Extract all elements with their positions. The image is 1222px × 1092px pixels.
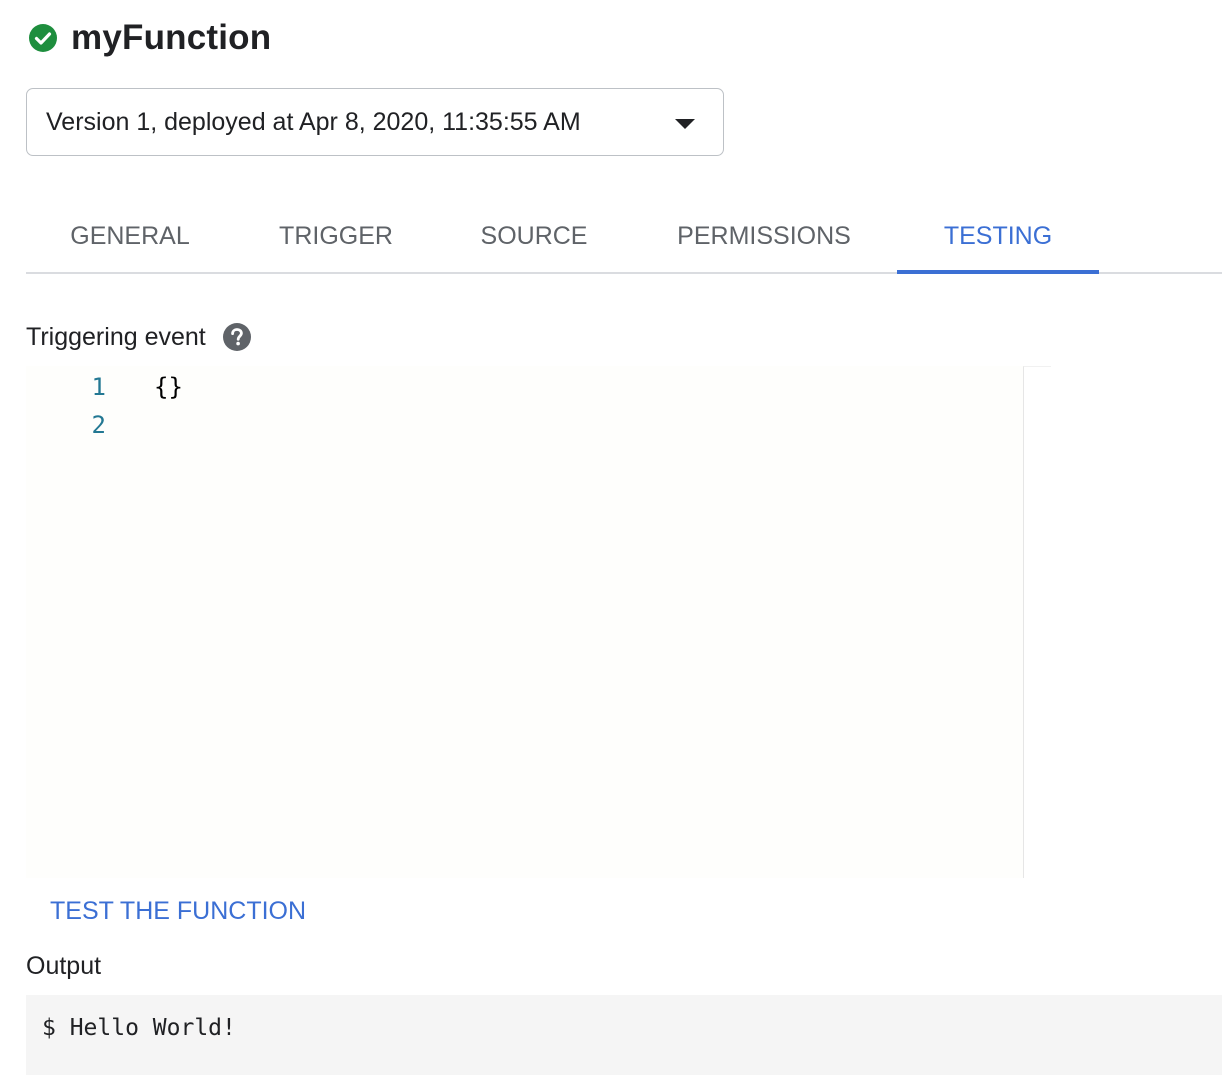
tab-bar: GENERAL TRIGGER SOURCE PERMISSIONS TESTI… [26, 200, 1222, 274]
test-function-button[interactable]: TEST THE FUNCTION [36, 888, 320, 934]
tab-trigger[interactable]: TRIGGER [234, 200, 438, 272]
test-function-button-label: TEST THE FUNCTION [50, 896, 307, 925]
tab-label: TRIGGER [279, 221, 393, 250]
tab-general[interactable]: GENERAL [26, 200, 234, 272]
output-text: $ Hello World! [42, 1015, 236, 1041]
check-circle-icon [28, 23, 58, 53]
page-title: myFunction [71, 18, 272, 57]
arrow-drop-down-icon[interactable] [675, 119, 695, 129]
tab-label: GENERAL [70, 221, 190, 250]
tab-label: SOURCE [480, 221, 588, 250]
line-code: {} [154, 373, 183, 401]
tab-source[interactable]: SOURCE [438, 200, 630, 272]
help-circle-icon[interactable] [222, 322, 252, 352]
line-number: 2 [91, 411, 106, 439]
output-label: Output [26, 952, 102, 980]
active-tab-indicator [897, 270, 1099, 274]
triggering-event-label: Triggering event [26, 322, 206, 351]
function-header: myFunction [28, 16, 271, 60]
editor-scrollbar[interactable] [1023, 366, 1051, 878]
tab-testing[interactable]: TESTING [897, 200, 1099, 274]
triggering-event-editor[interactable]: 1 {} 2 [26, 366, 1024, 878]
output-panel: $ Hello World! [26, 995, 1222, 1075]
tab-permissions[interactable]: PERMISSIONS [630, 200, 898, 272]
version-select-value: Version 1, deployed at Apr 8, 2020, 11:3… [46, 107, 581, 136]
tab-label: PERMISSIONS [677, 221, 851, 250]
version-select[interactable]: Version 1, deployed at Apr 8, 2020, 11:3… [26, 88, 724, 156]
line-number: 1 [91, 373, 106, 401]
triggering-event-heading: Triggering event [26, 322, 252, 352]
tab-label: TESTING [943, 221, 1053, 250]
